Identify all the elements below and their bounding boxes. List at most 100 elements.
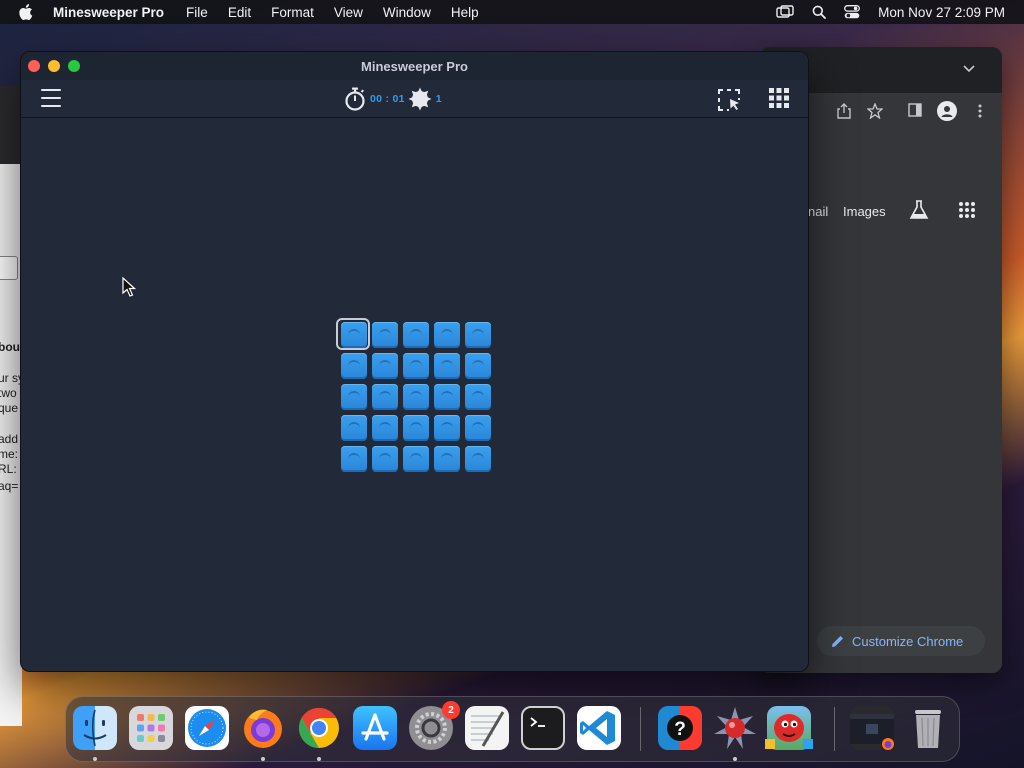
minefield-cell[interactable] xyxy=(341,384,367,410)
finder-icon[interactable] xyxy=(73,706,117,750)
hamburger-menu-icon[interactable] xyxy=(41,89,61,107)
trash-icon[interactable] xyxy=(906,706,950,750)
gmail-link[interactable]: nail xyxy=(808,204,828,219)
dock: 2 ? xyxy=(65,696,960,762)
minefield-cell[interactable] xyxy=(372,415,398,441)
textedit-icon[interactable] xyxy=(465,706,509,750)
menu-app-name[interactable]: Minesweeper Pro xyxy=(53,5,164,20)
background-text: aq= xyxy=(0,479,19,493)
minefield-cell[interactable] xyxy=(465,446,491,472)
google-apps-icon[interactable] xyxy=(958,201,976,219)
minefield-cell[interactable] xyxy=(403,322,429,348)
more-menu-icon[interactable] xyxy=(978,104,982,118)
zoom-window-button[interactable] xyxy=(68,60,80,72)
minefield-cell[interactable] xyxy=(403,415,429,441)
close-window-button[interactable] xyxy=(28,60,40,72)
minesweeper-running-indicator xyxy=(733,757,737,761)
background-text: que xyxy=(0,401,19,415)
profile-avatar-icon[interactable] xyxy=(937,101,957,121)
mine-count-display: 1 xyxy=(435,93,442,105)
minefield-cell[interactable] xyxy=(465,384,491,410)
bookmark-star-icon[interactable] xyxy=(867,103,883,119)
window-title-bar[interactable]: Minesweeper Pro xyxy=(21,52,808,80)
minefield-cell[interactable] xyxy=(372,384,398,410)
minefield-cell[interactable] xyxy=(372,322,398,348)
minefield-cell[interactable] xyxy=(434,415,460,441)
chevron-down-icon[interactable] xyxy=(963,65,975,73)
board-size-grid-icon[interactable] xyxy=(769,88,789,108)
minefield-cell[interactable] xyxy=(465,322,491,348)
menu-view[interactable]: View xyxy=(334,5,363,20)
game-toolbar: 00 : 01 1 xyxy=(21,80,808,118)
minefield-board xyxy=(21,119,808,671)
menu-help[interactable]: Help xyxy=(451,5,479,20)
game-status: 00 : 01 1 xyxy=(344,87,442,111)
launchpad-icon[interactable] xyxy=(129,706,173,750)
spotlight-search-icon[interactable] xyxy=(812,5,827,19)
minefield-cell[interactable] xyxy=(372,446,398,472)
minefield-cell[interactable] xyxy=(341,415,367,441)
minefield-cell[interactable] xyxy=(434,353,460,379)
firefox-icon[interactable] xyxy=(241,706,285,750)
mouse-pointer-icon xyxy=(122,277,136,297)
minesweeper-pro-icon[interactable] xyxy=(713,706,757,750)
terminal-icon[interactable] xyxy=(521,706,565,750)
help-icon[interactable]: ? xyxy=(658,706,702,750)
minefield-cell[interactable] xyxy=(341,446,367,472)
pencil-icon xyxy=(832,635,843,647)
background-text: ur sy xyxy=(0,371,22,385)
menu-window[interactable]: Window xyxy=(383,5,431,20)
minefield-cell[interactable] xyxy=(403,446,429,472)
finder-running-indicator xyxy=(93,757,97,761)
minefield-cell[interactable] xyxy=(465,353,491,379)
selection-cursor-icon[interactable] xyxy=(717,88,741,112)
images-link[interactable]: Images xyxy=(843,204,886,219)
selected-cell-highlight xyxy=(336,318,370,350)
screen-mirroring-icon[interactable] xyxy=(776,5,794,19)
stopwatch-icon xyxy=(345,87,365,111)
background-window: bou ur sy two que add me: RL: aq= xyxy=(0,86,22,726)
side-panel-icon[interactable] xyxy=(908,103,922,117)
control-center-icon[interactable] xyxy=(844,5,861,19)
firefox-running-indicator xyxy=(261,757,265,761)
mine-icon xyxy=(408,87,432,111)
window-title: Minesweeper Pro xyxy=(361,58,468,74)
game-app-icon[interactable] xyxy=(765,706,813,750)
minefield-cell[interactable] xyxy=(434,322,460,348)
labs-flask-icon[interactable] xyxy=(908,199,930,221)
background-text: RL: xyxy=(0,462,17,476)
menu-file[interactable]: File xyxy=(186,5,208,20)
window-preview-icon[interactable] xyxy=(850,706,894,750)
background-text: two xyxy=(0,386,17,400)
timer-display: 00 : 01 xyxy=(370,93,405,105)
background-window-toolbar xyxy=(0,86,22,164)
svg-text:?: ? xyxy=(674,719,686,740)
menubar-clock[interactable]: Mon Nov 27 2:09 PM xyxy=(878,5,1005,20)
minimize-window-button[interactable] xyxy=(48,60,60,72)
chrome-icon[interactable] xyxy=(297,706,341,750)
menu-bar: Minesweeper Pro File Edit Format View Wi… xyxy=(0,0,1024,24)
minefield-cell[interactable] xyxy=(465,415,491,441)
background-window-field xyxy=(0,256,18,280)
menu-edit[interactable]: Edit xyxy=(228,5,251,20)
dock-separator xyxy=(640,707,641,751)
notification-badge: 2 xyxy=(442,701,460,719)
minefield-cell[interactable] xyxy=(434,384,460,410)
chrome-running-indicator xyxy=(317,757,321,761)
background-text: bou xyxy=(0,340,20,354)
minefield-cell[interactable] xyxy=(434,446,460,472)
background-text: add xyxy=(0,432,19,446)
customize-chrome-button[interactable]: Customize Chrome xyxy=(817,626,985,656)
share-icon[interactable] xyxy=(837,103,851,119)
vscode-icon[interactable] xyxy=(577,706,621,750)
minefield-cell[interactable] xyxy=(403,384,429,410)
minefield-cell[interactable] xyxy=(341,353,367,379)
dock-separator xyxy=(834,707,835,751)
menu-format[interactable]: Format xyxy=(271,5,314,20)
minefield-cell[interactable] xyxy=(372,353,398,379)
safari-icon[interactable] xyxy=(185,706,229,750)
minefield-cell[interactable] xyxy=(403,353,429,379)
app-store-icon[interactable] xyxy=(353,706,397,750)
apple-menu-icon[interactable] xyxy=(19,4,33,20)
minesweeper-window: Minesweeper Pro 00 : 01 1 xyxy=(20,51,809,672)
